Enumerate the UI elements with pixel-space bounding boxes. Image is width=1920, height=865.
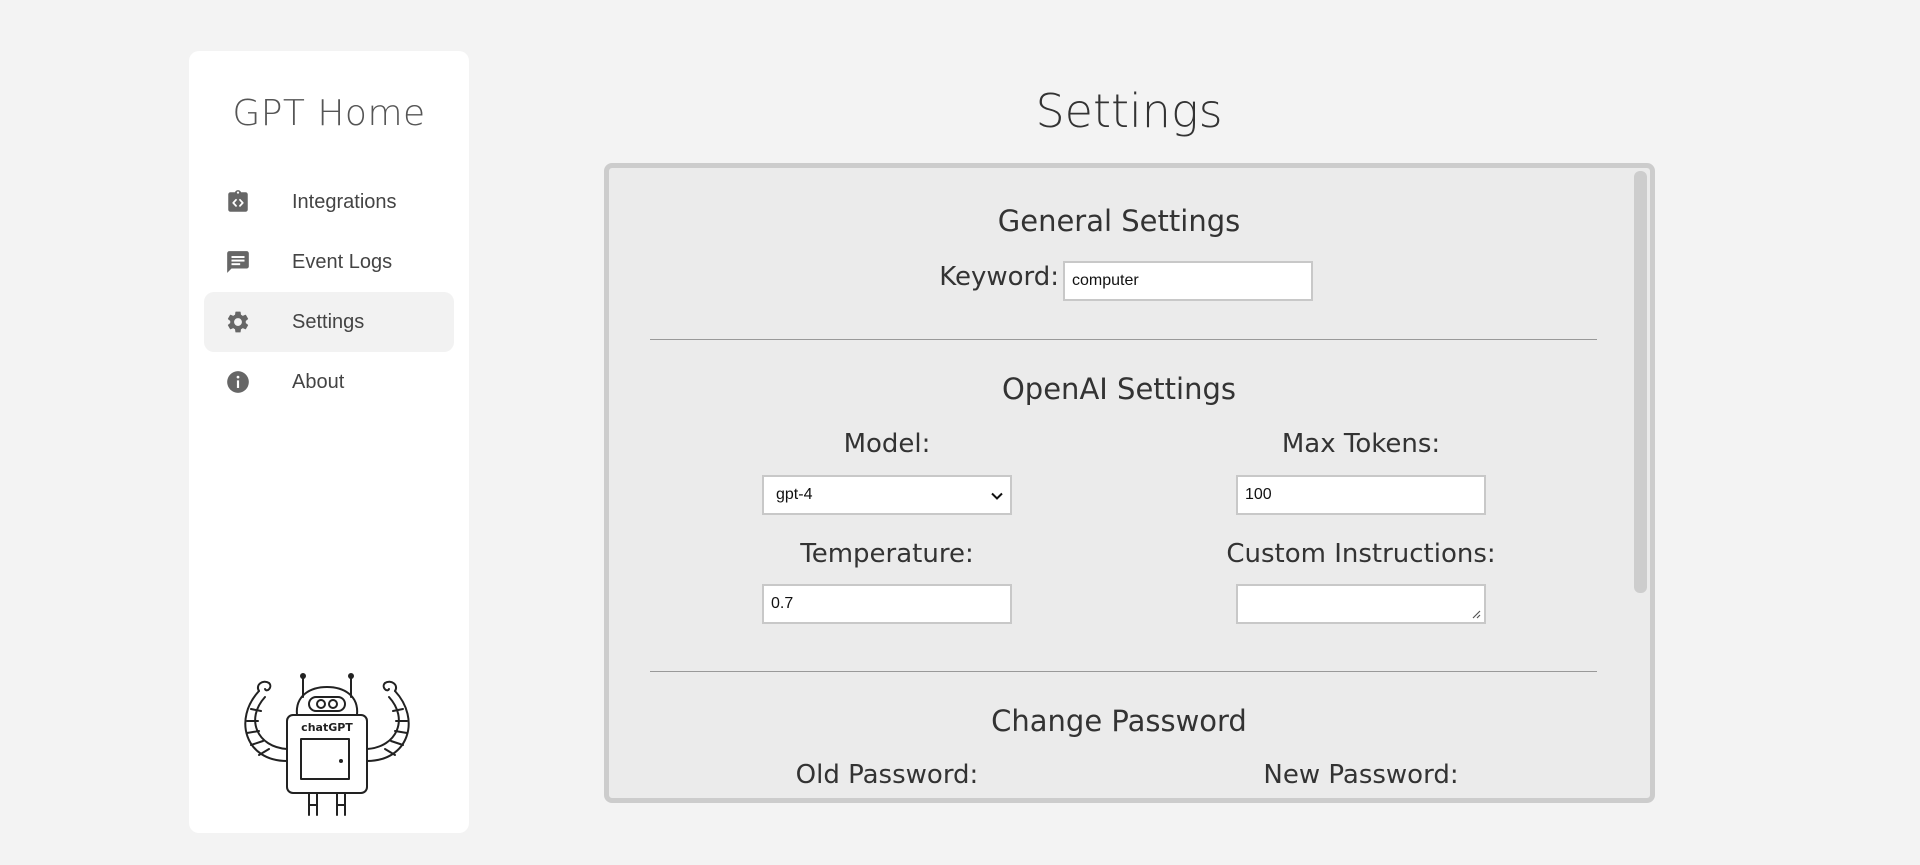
sidebar-item-settings[interactable]: Settings	[204, 292, 454, 352]
temperature-label: Temperature:	[800, 539, 974, 569]
panel-scrollbar[interactable]	[1634, 171, 1647, 593]
gear-icon	[224, 308, 252, 336]
keyword-input[interactable]: computer	[1063, 261, 1313, 301]
sidebar-item-label: Settings	[292, 310, 365, 333]
model-select-value: gpt-4	[776, 486, 813, 503]
model-select[interactable]: gpt-4	[762, 475, 1012, 515]
info-icon	[224, 368, 252, 396]
settings-panel: General Settings Keyword: computer OpenA…	[604, 163, 1655, 803]
custom-instructions-label: Custom Instructions:	[1226, 539, 1496, 569]
new-password-label: New Password:	[1263, 760, 1459, 790]
sidebar-nav: Integrations Event Logs Settings About	[204, 172, 454, 412]
integrations-icon	[224, 188, 252, 216]
robot-chatgpt-text: chatGPT	[301, 721, 353, 734]
sidebar-item-label: Integrations	[292, 190, 397, 213]
app-title: GPT Home	[232, 93, 426, 134]
change-password-title: Change Password	[991, 704, 1247, 738]
general-settings-title: General Settings	[997, 204, 1241, 238]
keyword-label: Keyword:	[939, 262, 1059, 292]
old-password-label: Old Password:	[795, 760, 979, 790]
sidebar: GPT Home Integrations Event Logs Setting…	[189, 51, 469, 833]
max-tokens-label: Max Tokens:	[1281, 429, 1441, 459]
temperature-input[interactable]: 0.7	[762, 584, 1012, 624]
max-tokens-input[interactable]: 100	[1236, 475, 1486, 515]
section-divider	[650, 671, 1597, 672]
sidebar-item-label: About	[292, 370, 345, 393]
chevron-down-icon	[991, 492, 1003, 500]
chat-bubble-icon	[224, 248, 252, 276]
section-divider	[650, 339, 1597, 340]
robot-mascot-illustration: chatGPT	[237, 669, 417, 819]
model-label: Model:	[843, 429, 931, 459]
sidebar-item-integrations[interactable]: Integrations	[204, 172, 454, 232]
sidebar-item-label: Event Logs	[292, 250, 393, 273]
custom-instructions-textarea[interactable]	[1236, 584, 1486, 624]
openai-settings-title: OpenAI Settings	[1001, 372, 1236, 406]
resize-handle-icon[interactable]	[1471, 609, 1481, 619]
sidebar-item-event-logs[interactable]: Event Logs	[204, 232, 454, 292]
sidebar-item-about[interactable]: About	[204, 352, 454, 412]
page-title: Settings	[1035, 84, 1223, 138]
